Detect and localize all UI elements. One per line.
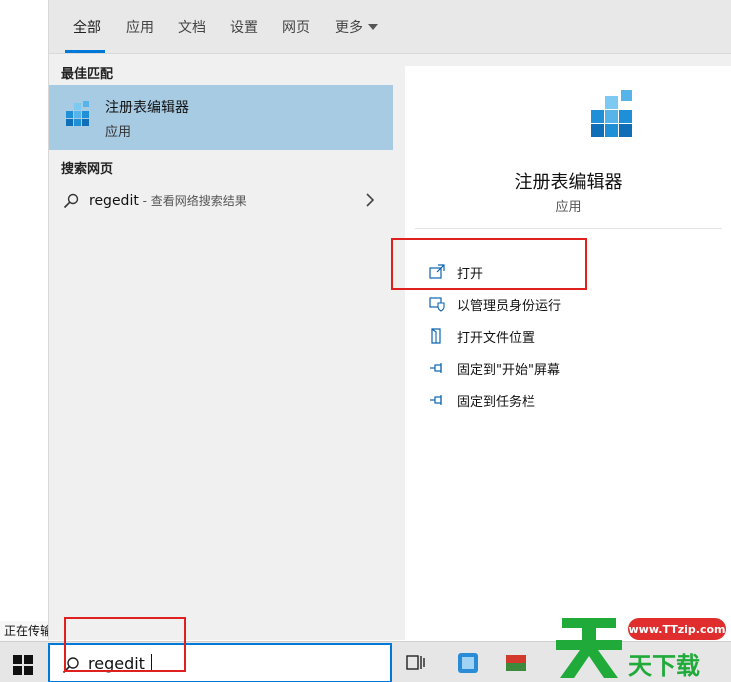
results-list: 最佳匹配 注册表编辑器 应用 搜索网页 regedit - 查看网络搜索结果 <box>49 54 393 640</box>
best-match-item[interactable]: 注册表编辑器 应用 <box>49 85 393 150</box>
tab-documents[interactable]: 文档 <box>178 17 206 37</box>
registry-editor-large-icon <box>591 90 632 137</box>
tab-apps[interactable]: 应用 <box>126 17 154 37</box>
best-match-subtitle: 应用 <box>105 125 132 140</box>
taskbar: regedit <box>0 641 731 682</box>
detail-title: 注册表编辑器 <box>514 172 623 193</box>
text-cursor <box>150 654 152 672</box>
status-text: 正在传输 <box>0 621 48 641</box>
registry-editor-icon <box>66 101 89 126</box>
action-run-as-admin-label: 以管理员身份运行 <box>457 299 562 314</box>
action-run-as-admin[interactable]: 以管理员身份运行 <box>429 292 709 316</box>
search-input[interactable]: regedit <box>88 654 152 673</box>
action-pin-to-taskbar-label: 固定到任务栏 <box>457 395 536 410</box>
chevron-right-icon[interactable] <box>363 191 377 209</box>
action-open-label: 打开 <box>457 267 484 282</box>
file-location-icon <box>431 328 441 344</box>
screen: 全部 应用 文档 设置 网页 更多 最佳匹配 注册表编辑器 应用 搜索网页 re… <box>0 0 731 682</box>
best-match-title: 注册表编辑器 <box>105 100 189 116</box>
open-icon <box>429 264 445 279</box>
detail-subtitle: 应用 <box>555 200 582 215</box>
action-pin-to-start[interactable]: 固定到"开始"屏幕 <box>429 356 709 380</box>
search-icon <box>63 193 79 209</box>
web-search-heading: 搜索网页 <box>61 162 114 177</box>
active-tab-indicator <box>65 50 105 53</box>
pin-icon <box>430 395 442 405</box>
tab-web[interactable]: 网页 <box>282 17 310 37</box>
taskbar-search-box[interactable]: regedit <box>48 643 392 682</box>
task-view-icon[interactable] <box>406 653 426 673</box>
action-open-file-location-label: 打开文件位置 <box>457 331 536 346</box>
windows-start-icon[interactable] <box>12 654 34 676</box>
search-input-value: regedit <box>88 654 145 673</box>
taskbar-app-icon-2[interactable] <box>504 651 528 675</box>
detail-pane: 注册表编辑器 应用 打开 以管理员身份运行 打开文件位置 固定到"开始"屏幕 固… <box>405 66 731 640</box>
best-match-heading: 最佳匹配 <box>61 67 114 82</box>
shield-icon <box>429 297 445 312</box>
filter-tabs: 全部 应用 文档 设置 网页 更多 <box>49 0 731 54</box>
taskbar-app-icon-1[interactable] <box>456 651 480 675</box>
pin-icon <box>430 363 442 373</box>
action-pin-to-start-label: 固定到"开始"屏幕 <box>457 363 560 378</box>
web-search-item[interactable]: regedit - 查看网络搜索结果 <box>49 185 393 217</box>
tab-more[interactable]: 更多 <box>335 17 378 37</box>
web-search-hint: - 查看网络搜索结果 <box>138 194 247 208</box>
start-search-panel: 全部 应用 文档 设置 网页 更多 最佳匹配 注册表编辑器 应用 搜索网页 re… <box>48 0 731 640</box>
action-open-file-location[interactable]: 打开文件位置 <box>429 324 709 348</box>
action-open[interactable]: 打开 <box>429 260 709 284</box>
web-search-query: regedit <box>89 193 139 209</box>
tab-all[interactable]: 全部 <box>73 17 101 37</box>
tab-more-label: 更多 <box>335 20 363 36</box>
search-icon <box>62 657 79 674</box>
web-search-text: regedit - 查看网络搜索结果 <box>89 192 247 209</box>
chevron-down-icon <box>368 24 378 30</box>
tab-settings[interactable]: 设置 <box>230 17 258 37</box>
detail-divider <box>415 228 722 229</box>
action-pin-to-taskbar[interactable]: 固定到任务栏 <box>429 388 709 412</box>
